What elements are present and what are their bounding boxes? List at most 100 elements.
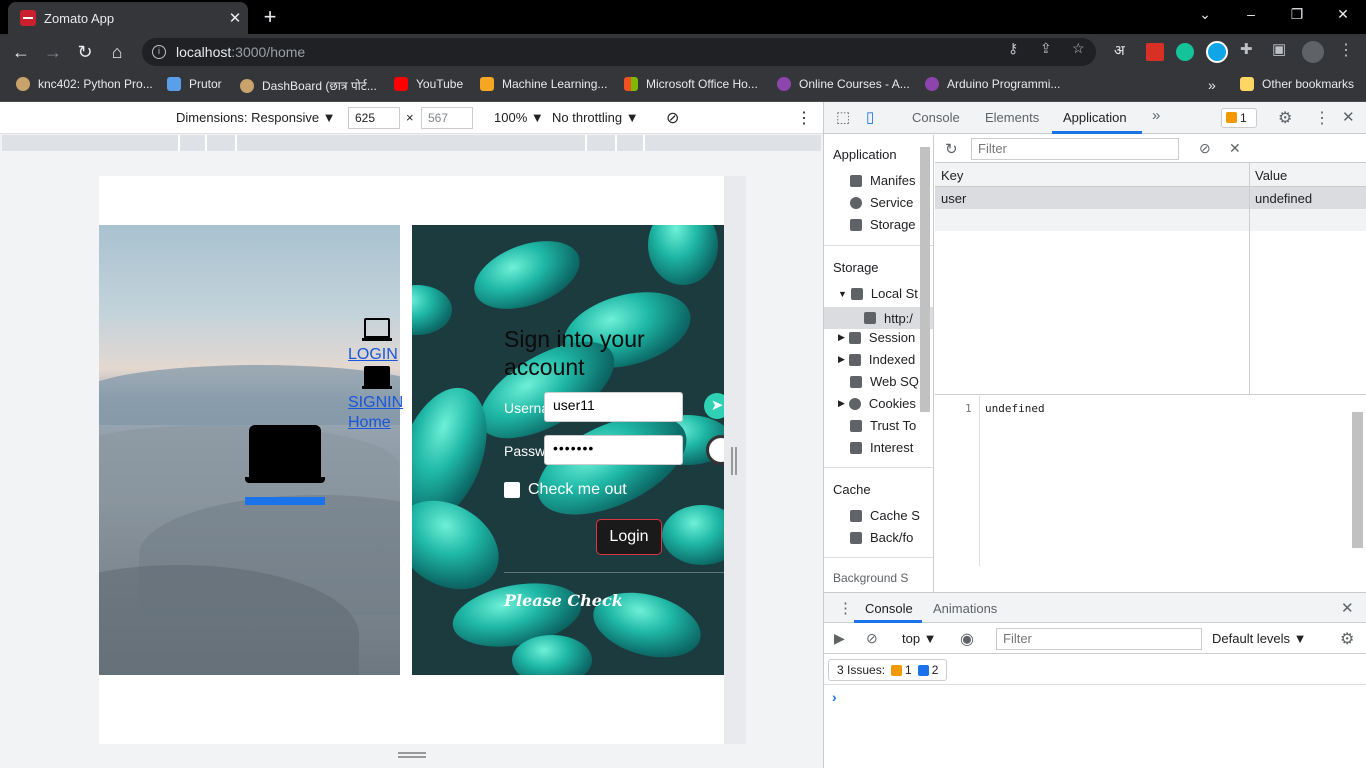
bookmark-item[interactable]: DashBoard (छात्र पोर्ट... xyxy=(240,77,377,94)
browser-tab[interactable]: Zomato App ✕ xyxy=(8,2,248,34)
sidebar-item-local-storage[interactable]: ▼ Local St xyxy=(838,286,918,301)
tab-application[interactable]: Application xyxy=(1063,110,1127,125)
log-levels-select[interactable]: Default levels ▼ xyxy=(1212,631,1307,646)
clear-console-icon[interactable]: ⊘ xyxy=(866,630,878,647)
close-tab-icon[interactable]: ✕ xyxy=(222,9,248,27)
rotate-icon[interactable]: ⊘ xyxy=(666,108,679,128)
sidebar-item-session-storage[interactable]: ▶ Session xyxy=(838,330,915,345)
share-icon[interactable]: ⇪ xyxy=(1040,40,1052,57)
column-header-key[interactable]: Key xyxy=(935,163,969,188)
console-prompt[interactable]: › xyxy=(832,689,837,705)
back-icon[interactable]: ← xyxy=(8,39,34,65)
username-input[interactable]: user11 xyxy=(544,392,683,422)
remember-checkbox[interactable] xyxy=(504,482,520,498)
width-input[interactable]: 625 xyxy=(348,107,400,129)
storage-toolbar: ↻ Filter ⊘ ✕ xyxy=(935,135,1366,163)
issues-badge[interactable]: 1 xyxy=(1221,108,1257,128)
sidebar-item-manifest[interactable]: Manifes xyxy=(850,173,916,188)
url-input[interactable]: i localhost:3000/home xyxy=(142,38,1096,66)
live-expression-eye-icon[interactable]: ◉ xyxy=(960,629,974,649)
console-filter-input[interactable]: Filter xyxy=(996,628,1202,650)
close-drawer-icon[interactable]: ✕ xyxy=(1341,599,1354,617)
key-icon[interactable]: ⚷ xyxy=(1008,40,1018,57)
value-scrollbar[interactable] xyxy=(1352,412,1363,548)
tab-search-icon[interactable]: ⌄ xyxy=(1190,6,1220,23)
zoom-select[interactable]: 100% ▼ xyxy=(494,110,544,125)
drawer-menu-icon[interactable]: ⋮ xyxy=(838,599,853,617)
bookmark-item[interactable]: Machine Learning... xyxy=(480,77,607,91)
width-resize-handle[interactable] xyxy=(731,447,737,475)
sidebar-scrollbar[interactable] xyxy=(920,147,930,412)
sidebar-item-cookies[interactable]: ▶ Cookies xyxy=(838,396,916,411)
height-resize-handle[interactable] xyxy=(398,752,426,758)
dimensions-select[interactable]: Dimensions: Responsive ▼ xyxy=(176,110,336,125)
column-header-value[interactable]: Value xyxy=(1249,163,1293,188)
sidebar-item-cache-storage[interactable]: Cache S xyxy=(850,508,920,523)
table-row[interactable]: user undefined xyxy=(935,187,1366,209)
home-icon[interactable]: ⌂ xyxy=(104,39,130,65)
device-toggle-icon[interactable]: ▯ xyxy=(866,108,874,126)
issues-counter[interactable]: 3 Issues: 1 2 xyxy=(828,659,948,681)
sidebar-item-trust-tokens[interactable]: Trust To xyxy=(850,418,916,433)
extension-red-icon[interactable] xyxy=(1146,43,1164,61)
signin-link[interactable]: SIGNIN xyxy=(348,394,408,412)
bookmark-item[interactable]: Microsoft Office Ho... xyxy=(624,77,758,91)
delete-selected-icon[interactable]: ✕ xyxy=(1229,140,1241,157)
login-link[interactable]: LOGIN xyxy=(348,346,408,364)
hindi-extension-icon[interactable]: अ xyxy=(1114,41,1132,59)
console-settings-gear-icon[interactable]: ⚙ xyxy=(1340,629,1354,649)
bookmark-item[interactable]: Prutor xyxy=(167,77,222,91)
extension-blue-icon[interactable] xyxy=(1206,41,1228,63)
storage-filter-input[interactable]: Filter xyxy=(971,138,1179,160)
bookmark-item[interactable]: YouTube xyxy=(394,77,463,91)
forward-icon[interactable]: → xyxy=(40,39,66,65)
sidebar-item-back-forward-cache[interactable]: Back/fo xyxy=(850,530,913,545)
sidebar-item-indexeddb[interactable]: ▶ Indexed xyxy=(838,352,915,367)
chrome-menu-icon[interactable]: ⋮ xyxy=(1338,40,1354,60)
clear-all-icon[interactable]: ⊘ xyxy=(1199,140,1211,157)
drawer-tab-animations[interactable]: Animations xyxy=(933,601,997,616)
password-input[interactable]: ••••••• xyxy=(544,435,683,465)
settings-gear-icon[interactable]: ⚙ xyxy=(1278,108,1292,128)
more-options-icon[interactable]: ⋮ xyxy=(796,108,812,128)
sidebar-item-interest-groups[interactable]: Interest xyxy=(850,440,913,455)
context-select[interactable]: top ▼ xyxy=(902,631,937,646)
login-button[interactable]: Login xyxy=(596,519,662,555)
devtools-menu-icon[interactable]: ⋮ xyxy=(1314,108,1330,128)
sidebar-item-service-workers[interactable]: Service xyxy=(850,195,913,210)
bookmark-item[interactable]: Online Courses - A... xyxy=(777,77,910,91)
close-window-button[interactable]: ✕ xyxy=(1328,6,1358,23)
sidebar-toggle-icon[interactable]: ▶ xyxy=(834,630,845,647)
close-devtools-icon[interactable]: ✕ xyxy=(1342,108,1355,126)
grammarly-icon[interactable] xyxy=(1176,43,1194,61)
drawer-tab-console[interactable]: Console xyxy=(865,601,913,616)
height-input[interactable]: 567 xyxy=(421,107,473,129)
media-query-bar[interactable] xyxy=(2,135,821,151)
empty-row[interactable] xyxy=(935,209,1366,231)
home-link[interactable]: Home xyxy=(348,414,408,432)
send-icon[interactable]: ➤ xyxy=(704,393,724,419)
bookmark-item[interactable]: Arduino Programmi... xyxy=(925,77,1060,91)
refresh-icon[interactable]: ↻ xyxy=(945,140,958,158)
sidebar-item-local-origin[interactable]: http:/ xyxy=(824,307,933,329)
extensions-puzzle-icon[interactable]: ✚ xyxy=(1240,40,1253,58)
restore-button[interactable]: ❐ xyxy=(1282,6,1312,23)
message-icon xyxy=(917,664,929,676)
bookmark-star-icon[interactable]: ☆ xyxy=(1072,40,1085,57)
other-bookmarks[interactable]: Other bookmarks xyxy=(1240,77,1354,91)
tab-console[interactable]: Console xyxy=(912,110,960,125)
reload-icon[interactable]: ↻ xyxy=(72,39,98,65)
minimize-button[interactable]: – xyxy=(1236,6,1266,22)
more-tabs-button[interactable]: » xyxy=(1152,107,1160,124)
throttling-select[interactable]: No throttling ▼ xyxy=(552,110,639,125)
sidebar-item-storage[interactable]: Storage xyxy=(850,217,916,232)
site-info-icon[interactable]: i xyxy=(152,45,166,59)
inspect-element-icon[interactable]: ⬚ xyxy=(836,108,850,126)
bookmark-item[interactable]: knc402: Python Pro... xyxy=(16,77,153,91)
tab-elements[interactable]: Elements xyxy=(985,110,1039,125)
new-tab-button[interactable]: + xyxy=(258,4,282,30)
bookmarks-overflow-button[interactable]: » xyxy=(1208,77,1216,93)
profile-avatar[interactable] xyxy=(1302,41,1324,63)
side-panel-icon[interactable]: ▣ xyxy=(1272,40,1286,58)
sidebar-item-websql[interactable]: Web SQ xyxy=(850,374,919,389)
